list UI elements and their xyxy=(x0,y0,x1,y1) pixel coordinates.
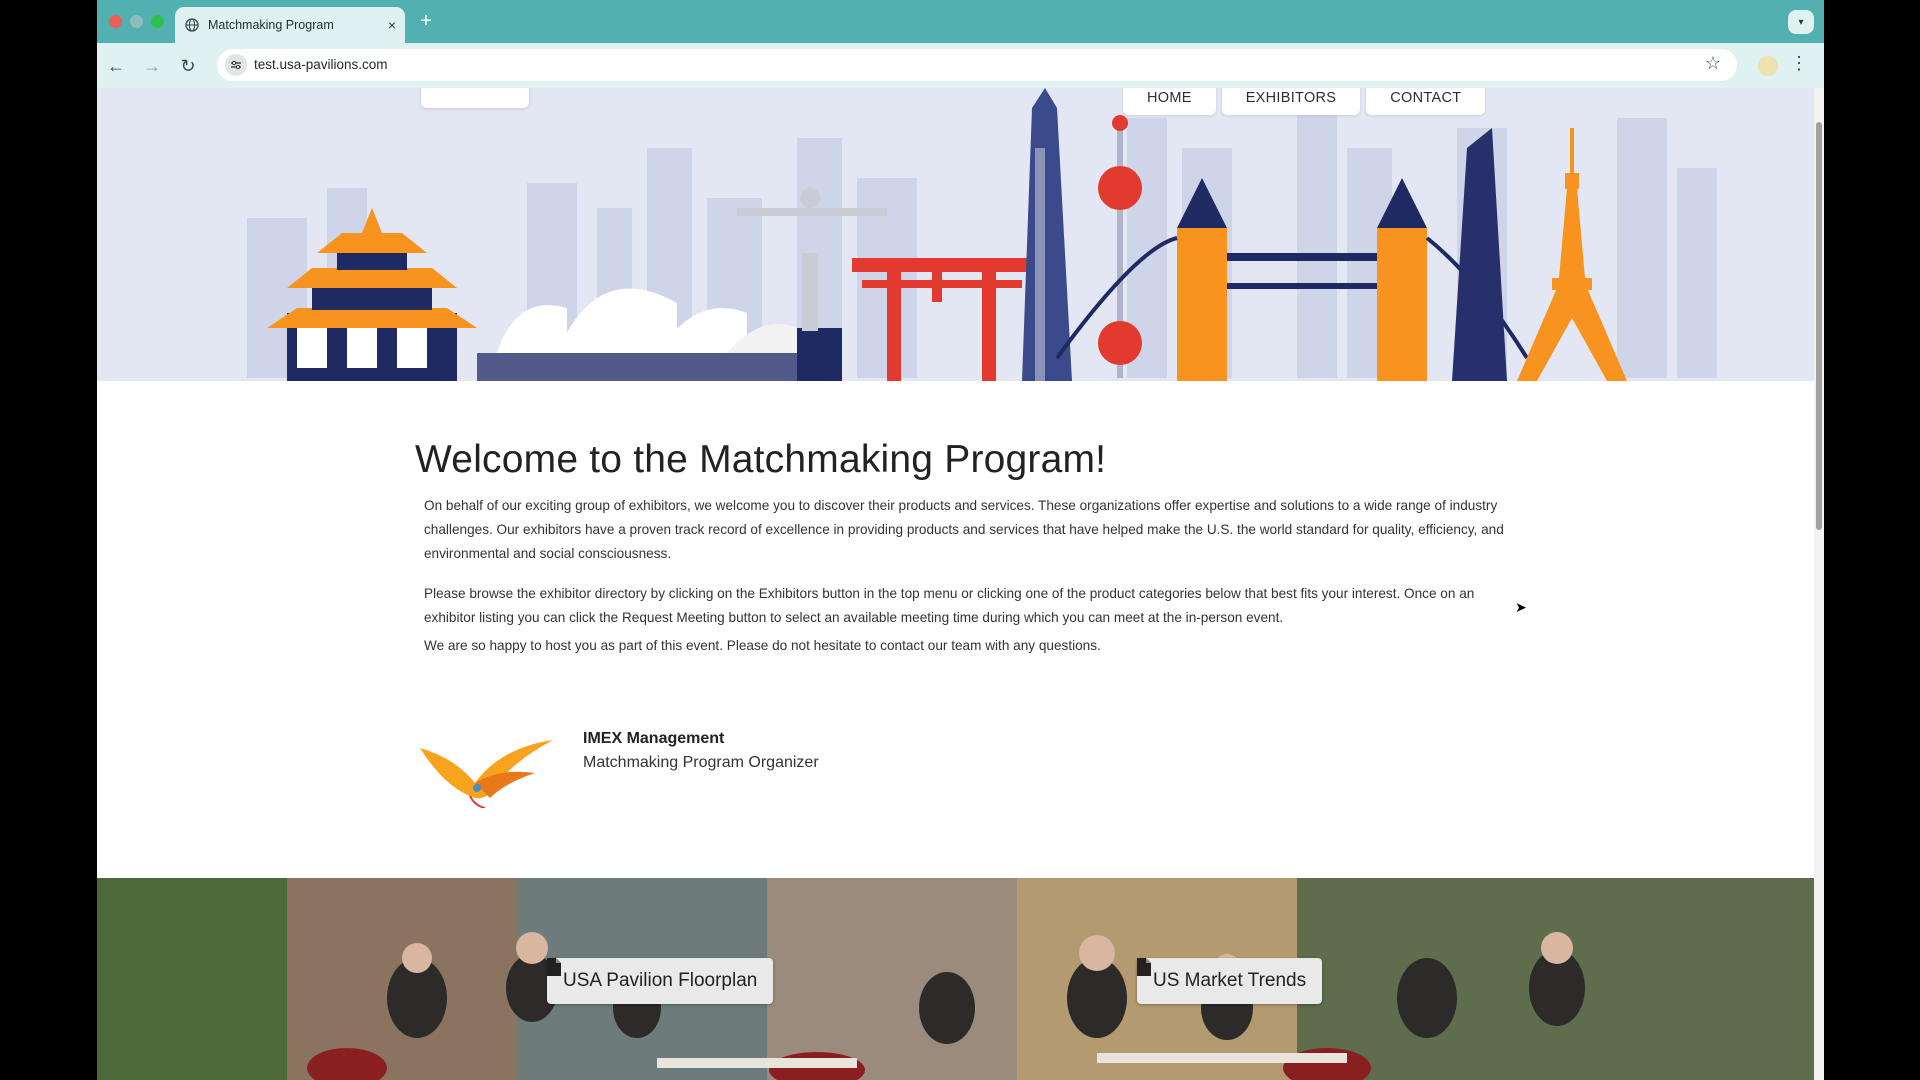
tab-strip: Matchmaking Program × + ▾ xyxy=(97,0,1824,43)
site-settings-icon[interactable] xyxy=(225,54,247,76)
mouse-cursor-icon: ➤ xyxy=(1515,599,1527,615)
organizer-block: IMEX Management Matchmaking Program Orga… xyxy=(415,728,1015,818)
intro-paragraph: On behalf of our exciting group of exhib… xyxy=(424,498,1504,561)
forward-icon[interactable]: → xyxy=(139,53,165,79)
close-window-button[interactable] xyxy=(109,15,122,28)
pavilion-photo-banner: USA Pavilion Floorplan US Market Trends xyxy=(97,878,1814,1080)
event-crowd-photo xyxy=(97,878,1814,1080)
page-viewport: HOME EXHIBITORS CONTACT Welcome to the M… xyxy=(97,88,1814,1080)
nav-home[interactable]: HOME xyxy=(1123,88,1216,115)
url-text[interactable]: test.usa-pavilions.com xyxy=(254,57,388,72)
bookmark-star-icon[interactable]: ☆ xyxy=(1705,53,1721,74)
file-icon xyxy=(1137,958,1151,976)
address-bar[interactable]: test.usa-pavilions.com ☆ xyxy=(217,49,1737,81)
tab-title: Matchmaking Program xyxy=(208,18,334,32)
closing-paragraph: We are so happy to host you as part of t… xyxy=(424,638,1101,653)
page-scrollbar[interactable] xyxy=(1814,88,1824,1080)
organizer-name: IMEX Management xyxy=(583,730,725,747)
site-logo[interactable] xyxy=(421,88,529,108)
page-title: Welcome to the Matchmaking Program! xyxy=(415,438,1107,481)
close-tab-icon[interactable]: × xyxy=(379,17,405,33)
market-trends-button[interactable]: US Market Trends xyxy=(1137,958,1323,1004)
profile-avatar[interactable] xyxy=(1758,56,1778,76)
reload-icon[interactable]: ↻ xyxy=(175,53,201,79)
floorplan-button-label: USA Pavilion Floorplan xyxy=(563,970,758,991)
nav-contact[interactable]: CONTACT xyxy=(1366,88,1486,115)
scrollbar-thumb[interactable] xyxy=(1816,122,1822,530)
file-icon xyxy=(547,958,561,976)
globe-icon xyxy=(185,18,199,32)
chevron-down-icon: ▾ xyxy=(1798,16,1804,28)
minimize-window-button[interactable] xyxy=(130,15,143,28)
tab-matchmaking[interactable]: Matchmaking Program × xyxy=(175,7,405,43)
organizer-role: Matchmaking Program Organizer xyxy=(583,754,819,771)
back-icon[interactable]: ← xyxy=(103,53,129,79)
menu-kebab-icon[interactable]: ⋮ xyxy=(1790,53,1808,74)
floorplan-button[interactable]: USA Pavilion Floorplan xyxy=(547,958,774,1004)
browse-paragraph: Please browse the exhibitor directory by… xyxy=(424,586,1475,625)
maximize-window-button[interactable] xyxy=(151,15,164,28)
hero-skyline-banner xyxy=(97,88,1814,381)
new-tab-button[interactable]: + xyxy=(414,9,438,33)
nav-exhibitors[interactable]: EXHIBITORS xyxy=(1221,88,1361,115)
imex-bird-logo xyxy=(420,740,553,808)
main-nav: HOME EXHIBITORS CONTACT xyxy=(1123,88,1486,115)
browser-window: Matchmaking Program × + ▾ ← → ↻ test.usa… xyxy=(97,0,1824,1080)
world-landmarks-illustration xyxy=(247,88,1717,381)
market-trends-button-label: US Market Trends xyxy=(1153,970,1307,991)
tab-search-button[interactable]: ▾ xyxy=(1788,10,1814,34)
browser-toolbar: ← → ↻ test.usa-pavilions.com ☆ ⋮ xyxy=(97,43,1824,88)
welcome-section: Welcome to the Matchmaking Program! On b… xyxy=(415,438,1525,653)
